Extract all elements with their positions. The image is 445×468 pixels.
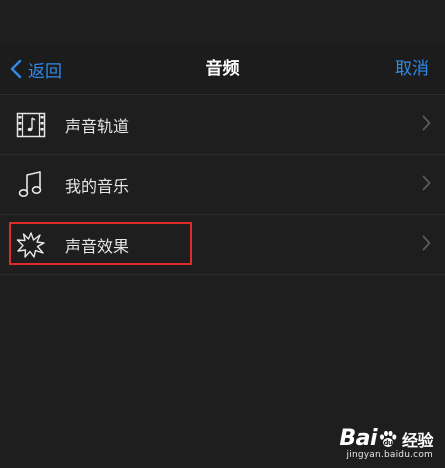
paw-icon: du [379,430,397,447]
page-title: 音频 [205,59,240,79]
audio-source-list: 声音轨道 我的音乐 声音效果 [0,95,445,275]
list-item-my-music[interactable]: 我的音乐 [0,155,445,215]
list-item-label: 声音效果 [65,236,130,256]
svg-text:du: du [383,439,393,447]
watermark-brand-left: Bai [339,426,377,451]
baidu-jingyan-watermark: Bai du 经验 jingyan.baidu.com [339,426,433,460]
list-item-sound-tracks[interactable]: 声音轨道 [0,95,445,155]
music-note-icon [15,169,47,201]
watermark-brand-right: 经验 [401,430,434,450]
navigation-bar: 返回 音频 取消 [0,44,445,95]
chevron-right-icon [422,175,431,191]
list-item-sound-effects[interactable]: 声音效果 [0,215,445,275]
cancel-button[interactable]: 取消 [395,44,429,94]
chevron-right-icon [422,115,431,131]
sound-effect-burst-icon [15,229,47,261]
watermark-logo: Bai du 经验 [339,426,433,451]
list-item-label: 声音轨道 [65,116,130,136]
list-item-label: 我的音乐 [65,176,130,196]
chevron-right-icon [422,235,431,251]
film-music-icon [15,109,47,141]
watermark-url: jingyan.baidu.com [346,450,433,460]
